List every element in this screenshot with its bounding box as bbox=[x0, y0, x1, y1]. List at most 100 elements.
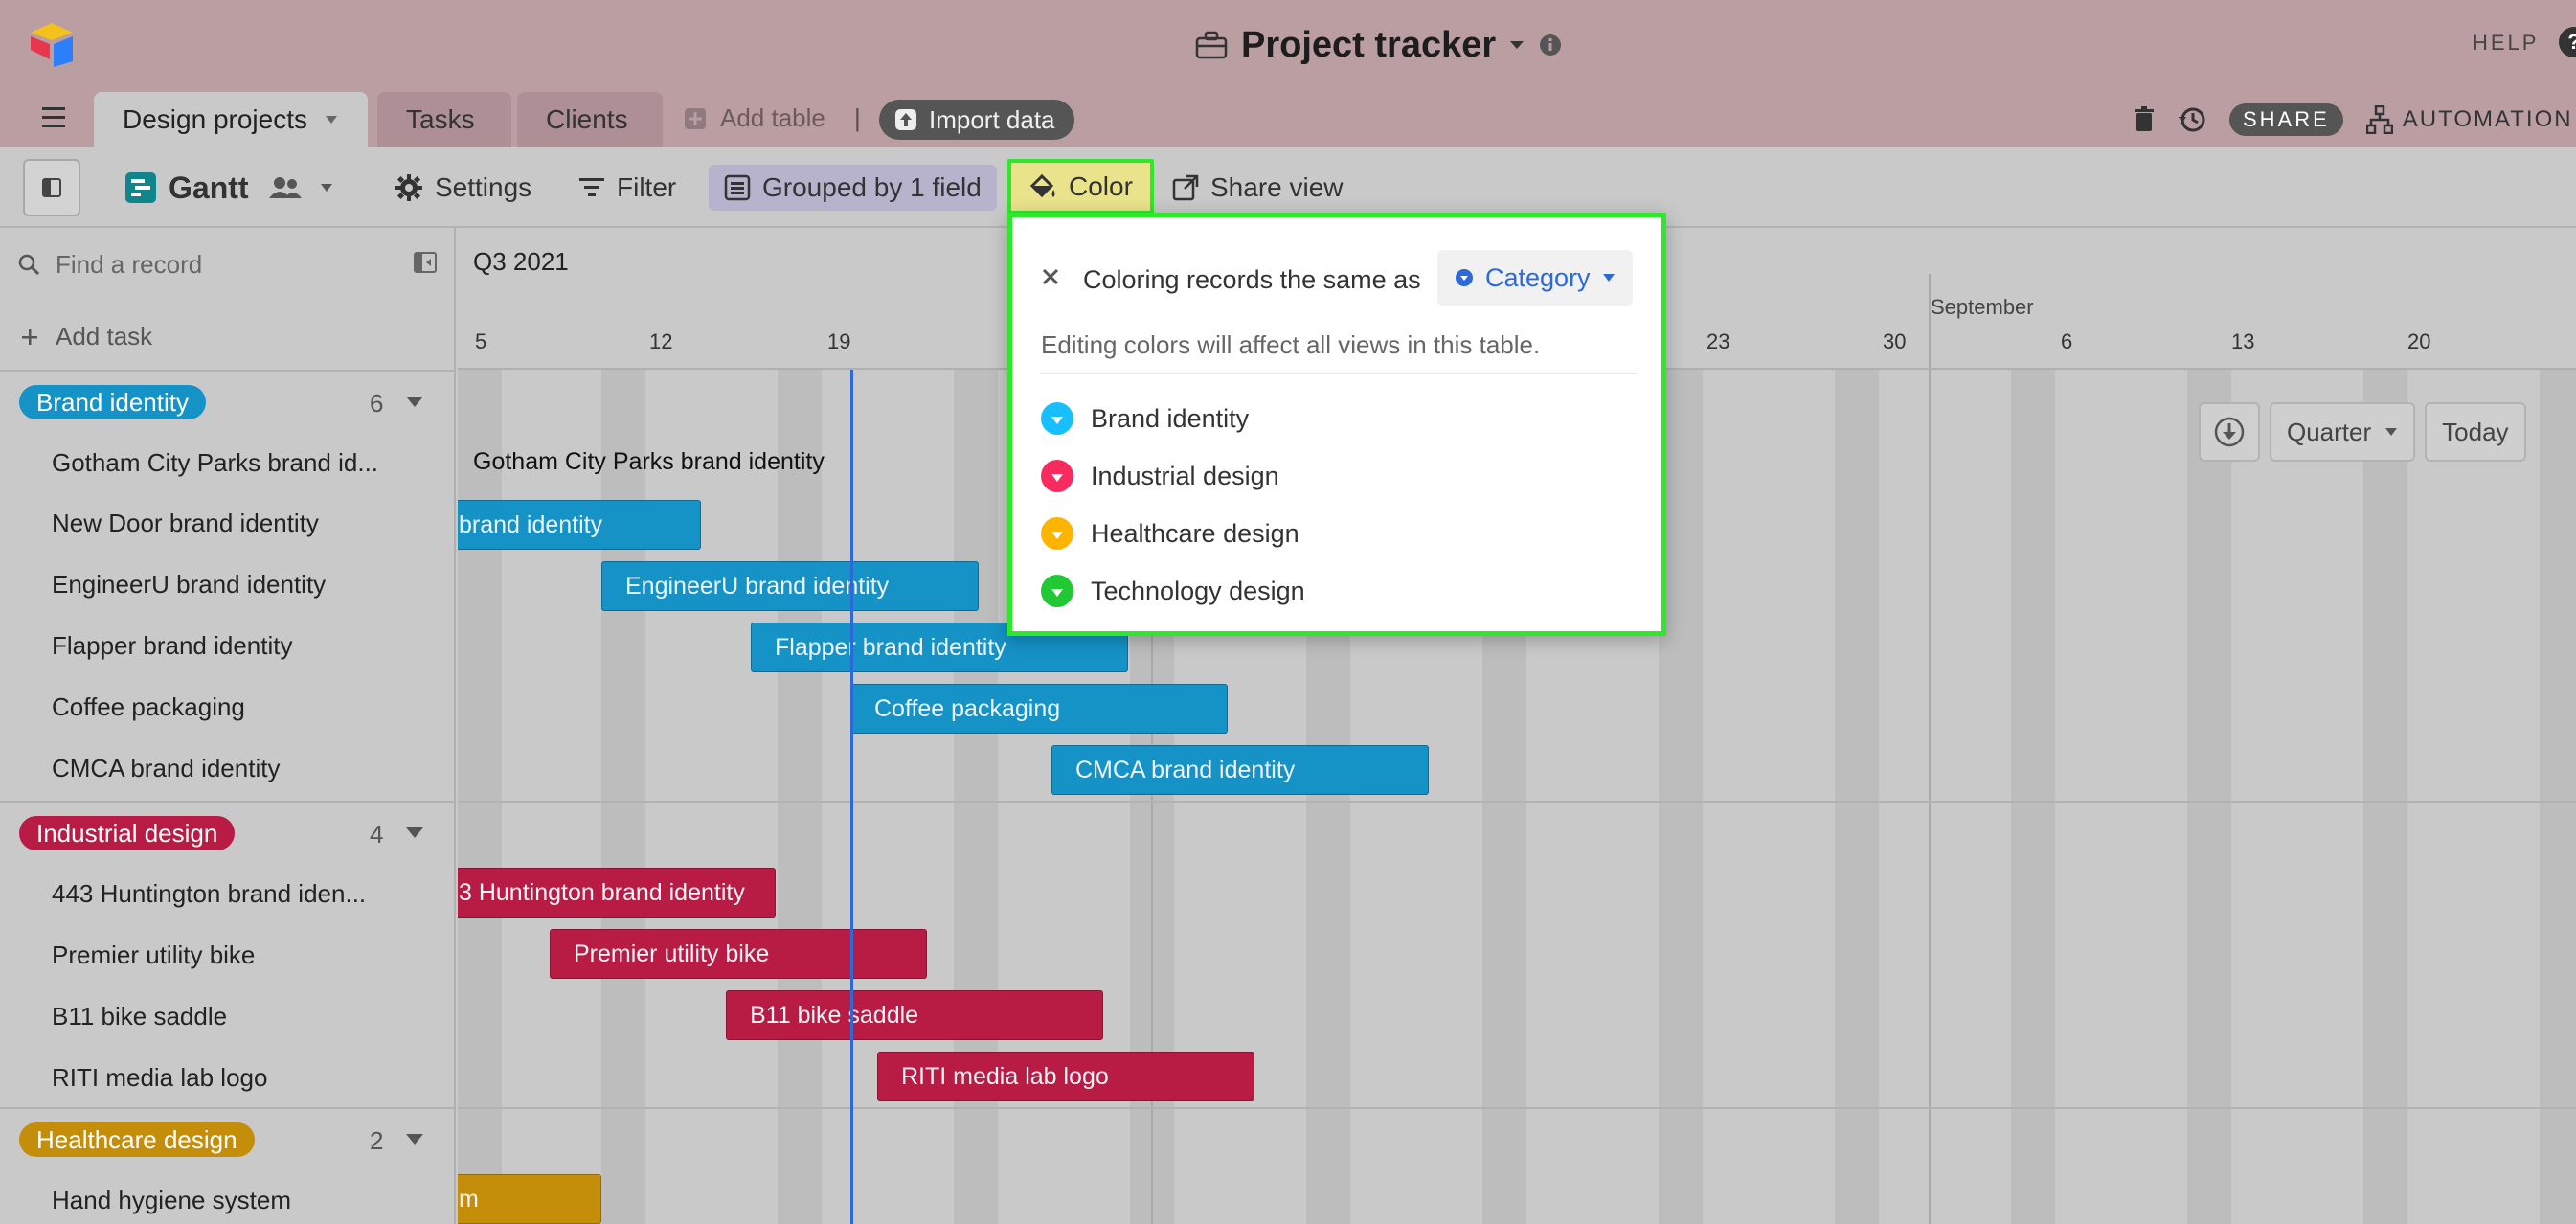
color-label: Color bbox=[1069, 171, 1133, 201]
color-field-dropdown[interactable]: Category bbox=[1437, 250, 1633, 306]
record-label-outside-bar[interactable]: Gotham City Parks brand identity bbox=[473, 448, 825, 476]
list-item[interactable]: CMCA brand identity bbox=[52, 754, 396, 783]
group-header-industrial-design[interactable]: Industrial design 4 bbox=[0, 801, 454, 860]
info-icon[interactable] bbox=[1538, 33, 1563, 57]
search-placeholder: Find a record bbox=[56, 249, 203, 279]
list-item[interactable]: Gotham City Parks brand id... bbox=[52, 448, 396, 478]
chevron-down-icon[interactable] bbox=[320, 183, 333, 193]
timescale-dropdown[interactable]: Quarter bbox=[2270, 402, 2416, 462]
list-item[interactable]: RITI media lab logo bbox=[52, 1063, 396, 1093]
tab-tasks[interactable]: Tasks bbox=[377, 92, 511, 147]
gantt-bar-b11-bike-saddle[interactable]: B11 bike saddle bbox=[726, 990, 1103, 1040]
color-option-technology-design[interactable]: Technology design bbox=[1041, 572, 1305, 610]
find-record-search[interactable]: Find a record bbox=[17, 245, 439, 283]
caret-down-icon[interactable] bbox=[406, 827, 423, 838]
caret-down-icon[interactable] bbox=[406, 397, 423, 407]
add-table-button[interactable]: Add table bbox=[684, 103, 825, 133]
color-dot-icon[interactable] bbox=[1041, 575, 1073, 607]
gantt-bar-hand-hygiene[interactable]: m bbox=[458, 1174, 601, 1224]
filter-label: Filter bbox=[617, 172, 677, 202]
color-option-industrial-design[interactable]: Industrial design bbox=[1041, 457, 1279, 495]
share-external-icon bbox=[1172, 174, 1199, 201]
month-divider bbox=[1929, 274, 1931, 1224]
day-tick: 20 bbox=[2407, 329, 2431, 353]
view-switcher[interactable]: Gantt bbox=[124, 165, 333, 211]
download-button[interactable] bbox=[2199, 402, 2260, 462]
group-separator bbox=[458, 801, 2576, 803]
automations-button[interactable]: AUTOMATION bbox=[2365, 105, 2573, 134]
list-item[interactable]: New Door brand identity bbox=[52, 509, 396, 538]
weekend-stripe bbox=[2540, 370, 2576, 1224]
color-button[interactable]: Color bbox=[1007, 159, 1154, 215]
paint-bucket-icon bbox=[1029, 173, 1055, 198]
gantt-bar-new-door[interactable]: brand identity bbox=[458, 500, 701, 550]
trash-icon[interactable] bbox=[2134, 106, 2155, 133]
list-item[interactable]: 443 Huntington brand iden... bbox=[52, 879, 396, 909]
gantt-bar-cmca[interactable]: CMCA brand identity bbox=[1051, 745, 1429, 795]
weekend-stripe bbox=[458, 370, 502, 1224]
group-header-brand-identity[interactable]: Brand identity 6 bbox=[0, 370, 454, 429]
collapse-panel-icon[interactable] bbox=[414, 251, 437, 274]
tab-label: Clients bbox=[546, 104, 628, 134]
list-item[interactable]: Hand hygiene system bbox=[52, 1186, 396, 1215]
import-data-button[interactable]: Import data bbox=[879, 100, 1074, 140]
today-button[interactable]: Today bbox=[2425, 402, 2526, 462]
help-link[interactable]: HELP bbox=[2473, 31, 2539, 56]
gantt-bar-engineeru[interactable]: EngineerU brand identity bbox=[601, 561, 979, 611]
group-count: 6 bbox=[370, 389, 384, 418]
upload-icon bbox=[895, 109, 916, 130]
color-dot-icon[interactable] bbox=[1041, 402, 1073, 435]
tab-clients[interactable]: Clients bbox=[517, 92, 663, 147]
group-badge: Healthcare design bbox=[19, 1122, 255, 1157]
caret-down-icon[interactable] bbox=[406, 1134, 423, 1145]
group-header-healthcare-design[interactable]: Healthcare design 2 bbox=[0, 1107, 454, 1167]
group-badge: Brand identity bbox=[19, 385, 206, 419]
weekend-stripe bbox=[1835, 370, 1879, 1224]
sidebar-toggle-button[interactable] bbox=[23, 159, 80, 216]
history-icon[interactable] bbox=[2178, 105, 2206, 134]
airtable-logo-icon[interactable] bbox=[27, 21, 77, 67]
view-name-label: Gantt bbox=[169, 170, 249, 205]
popover-divider bbox=[1041, 373, 1637, 374]
group-button[interactable]: Grouped by 1 field bbox=[709, 165, 997, 211]
color-dot-icon[interactable] bbox=[1041, 460, 1073, 492]
list-item[interactable]: EngineerU brand identity bbox=[52, 570, 396, 600]
group-count: 4 bbox=[370, 820, 384, 849]
settings-button[interactable]: Settings bbox=[395, 165, 531, 211]
hamburger-menu-icon[interactable] bbox=[36, 105, 71, 130]
tab-design-projects[interactable]: Design projects bbox=[94, 92, 368, 147]
chevron-down-icon[interactable] bbox=[325, 115, 338, 125]
list-item[interactable]: Flapper brand identity bbox=[52, 631, 396, 661]
weekend-stripe bbox=[2363, 370, 2407, 1224]
quarter-label: Q3 2021 bbox=[473, 247, 569, 276]
color-option-label: Brand identity bbox=[1091, 403, 1250, 433]
share-view-label: Share view bbox=[1210, 172, 1344, 202]
close-icon[interactable] bbox=[1041, 267, 1060, 286]
base-title-group[interactable]: Project tracker bbox=[1195, 21, 1563, 69]
gantt-bar-riti-media-lab[interactable]: RITI media lab logo bbox=[877, 1052, 1254, 1101]
today-label: Today bbox=[2442, 417, 2509, 446]
weekend-stripe bbox=[2187, 370, 2231, 1224]
list-item[interactable]: Coffee packaging bbox=[52, 692, 396, 722]
share-button[interactable]: SHARE bbox=[2229, 103, 2343, 136]
color-option-healthcare-design[interactable]: Healthcare design bbox=[1041, 514, 1299, 553]
gantt-bar-coffee-packaging[interactable]: Coffee packaging bbox=[850, 684, 1228, 734]
chevron-down-icon[interactable] bbox=[1509, 39, 1525, 51]
color-option-brand-identity[interactable]: Brand identity bbox=[1041, 399, 1249, 438]
base-title[interactable]: Project tracker bbox=[1241, 25, 1496, 66]
record-list-panel: Find a record Add task Brand identity 6 … bbox=[0, 228, 456, 1224]
color-settings-popover: Coloring records the same as Category Ed… bbox=[1007, 213, 1666, 636]
chevron-down-icon bbox=[2385, 428, 2398, 436]
list-item[interactable]: Premier utility bike bbox=[52, 941, 396, 970]
color-dot-icon[interactable] bbox=[1041, 517, 1073, 550]
list-item[interactable]: B11 bike saddle bbox=[52, 1002, 396, 1031]
share-view-button[interactable]: Share view bbox=[1172, 165, 1344, 211]
gantt-bar-premier-utility-bike[interactable]: Premier utility bike bbox=[550, 929, 927, 979]
add-task-button[interactable]: Add task bbox=[21, 322, 152, 351]
help-icon[interactable]: ? bbox=[2559, 27, 2576, 57]
filter-button[interactable]: Filter bbox=[578, 165, 676, 211]
color-option-label: Healthcare design bbox=[1091, 518, 1299, 548]
automations-label: AUTOMATION bbox=[2402, 106, 2573, 132]
gantt-bar-443-huntington[interactable]: 3 Huntington brand identity bbox=[458, 868, 776, 918]
tab-label: Tasks bbox=[406, 104, 475, 134]
